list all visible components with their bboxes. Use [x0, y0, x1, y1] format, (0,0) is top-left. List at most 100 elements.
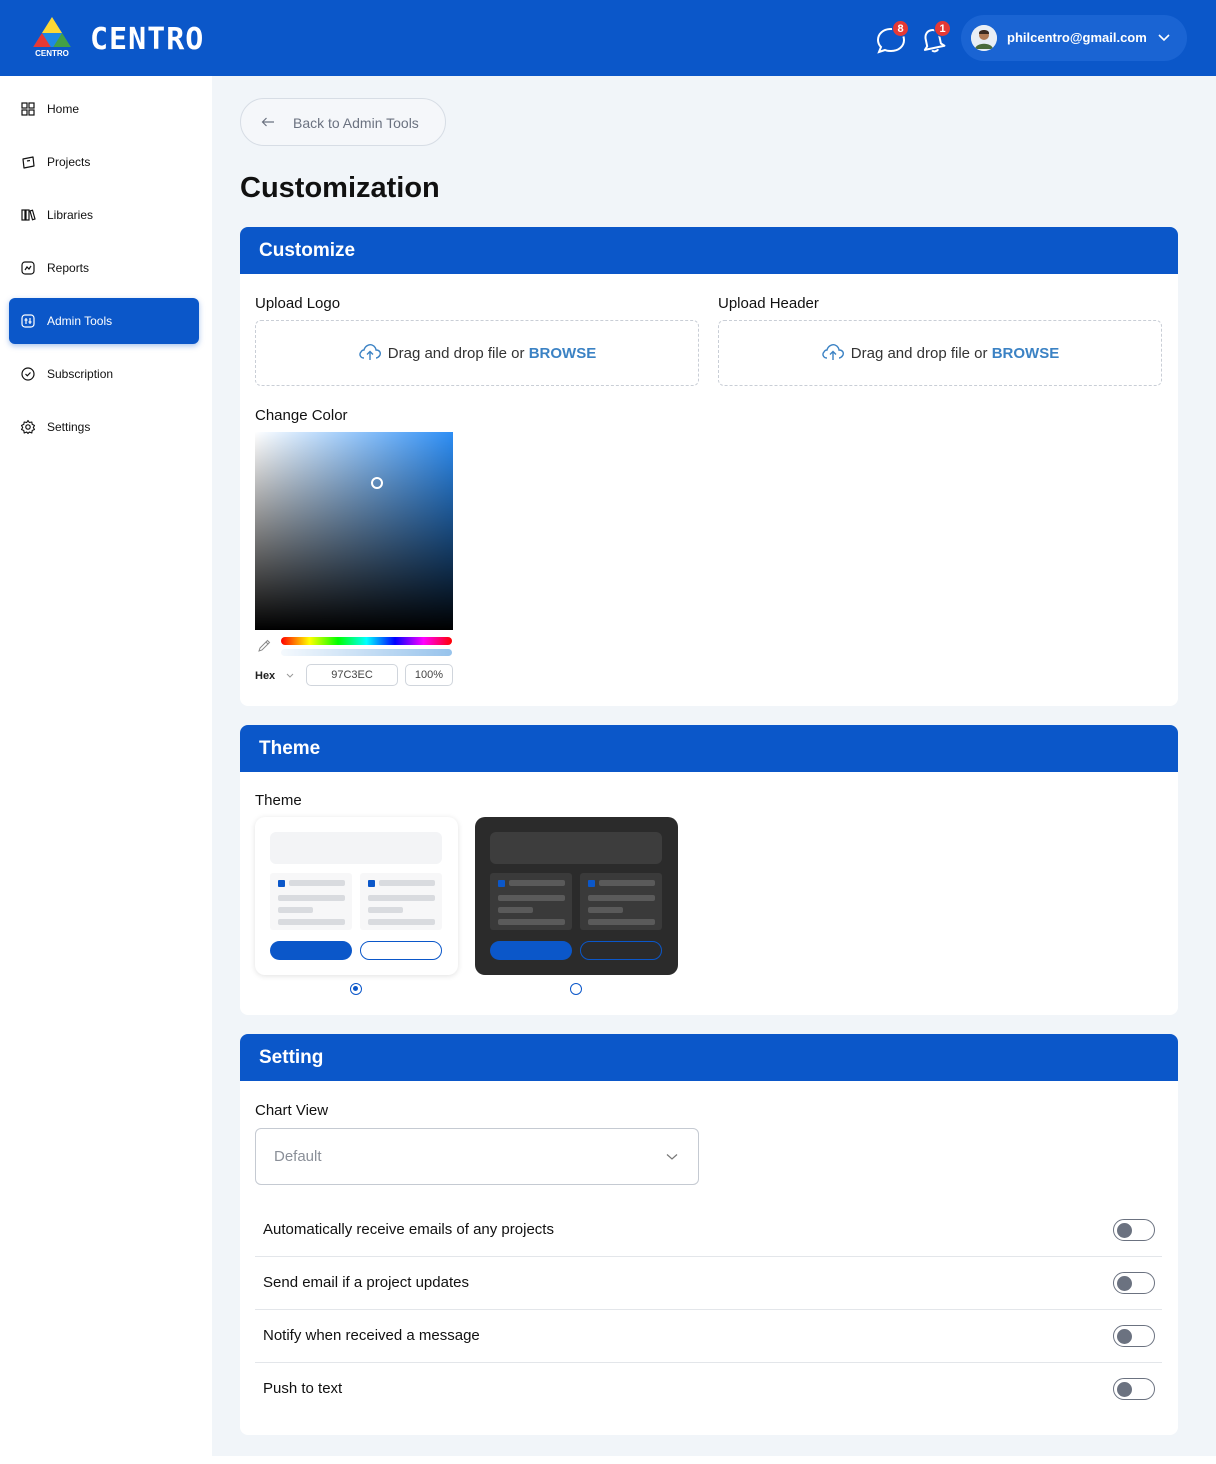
toggle-label: Push to text [263, 1380, 343, 1397]
theme-preview-panel [580, 873, 662, 930]
arrow-left-icon [261, 117, 274, 127]
color-picker-handle[interactable] [371, 477, 383, 489]
dropzone-text: Drag and drop file or [850, 345, 992, 362]
browse-link[interactable]: BROWSE [992, 345, 1060, 362]
chevron-down-icon [666, 1154, 678, 1160]
card-header: Setting [240, 1034, 1178, 1081]
gear-icon [20, 419, 36, 435]
theme-preview-panel [360, 873, 442, 930]
sidebar-item-home[interactable]: Home [9, 86, 199, 132]
sidebar-item-label: Projects [47, 155, 91, 169]
chevron-down-icon [286, 673, 294, 678]
sidebar-item-admin-tools[interactable]: Admin Tools [9, 298, 199, 344]
theme-preview-button-outline [580, 941, 662, 960]
eyedropper-icon[interactable] [257, 639, 271, 653]
card-title: Customize [259, 240, 356, 261]
theme-preview-bar [270, 832, 442, 864]
avatar [971, 25, 997, 51]
grid-icon [21, 102, 35, 116]
user-email: philcentro@gmail.com [1007, 30, 1147, 45]
notifications-badge: 1 [934, 20, 951, 37]
check-circle-icon [21, 367, 35, 381]
toggle-label: Send email if a project updates [263, 1274, 469, 1291]
main-content: Back to Admin Tools Customization Custom… [212, 76, 1216, 1456]
theme-preview-panel [490, 873, 572, 930]
logo-dropzone[interactable]: Drag and drop file or BROWSE [255, 320, 699, 386]
sidebar-item-reports[interactable]: Reports [9, 245, 199, 291]
back-button-label: Back to Admin Tools [293, 115, 419, 131]
centro-logo[interactable]: CENTRO [28, 15, 76, 59]
toggle-row-message-notify: Notify when received a message [255, 1310, 1162, 1363]
books-icon [21, 209, 36, 221]
cloud-upload-icon [359, 344, 381, 360]
auto-emails-toggle[interactable] [1113, 1219, 1155, 1241]
toggle-label: Notify when received a message [263, 1327, 480, 1344]
notifications-button[interactable]: 1 [918, 20, 951, 55]
toggle-row-project-updates: Send email if a project updates [255, 1257, 1162, 1310]
sidebar-item-projects[interactable]: Projects [9, 139, 199, 185]
sidebar-item-label: Libraries [47, 208, 94, 222]
upload-logo-label: Upload Logo [255, 295, 341, 312]
header-dropzone[interactable]: Drag and drop file or BROWSE [718, 320, 1162, 386]
dropzone-text: Drag and drop file or [387, 345, 529, 362]
theme-light-radio[interactable] [350, 983, 362, 995]
sidebar-item-settings[interactable]: Settings [9, 404, 199, 450]
saturation-picker[interactable] [255, 432, 453, 630]
sidebar-item-subscription[interactable]: Subscription [9, 351, 199, 397]
alpha-input[interactable]: 100% [405, 664, 453, 686]
upload-header-label: Upload Header [718, 295, 819, 312]
sidebar-item-label: Reports [47, 261, 90, 275]
toggle-row-push-to-text: Push to text [255, 1363, 1162, 1416]
back-button[interactable]: Back to Admin Tools [240, 98, 446, 146]
messages-badge: 8 [892, 20, 909, 37]
chart-view-value: Default [274, 1148, 322, 1165]
theme-preview-panel [270, 873, 352, 930]
theme-label: Theme [255, 792, 302, 809]
color-format-select[interactable]: Hex [255, 669, 275, 683]
admin-icon [21, 314, 35, 328]
change-color-label: Change Color [255, 407, 348, 424]
sidebar-item-label: Home [47, 102, 80, 116]
hue-slider[interactable] [281, 637, 452, 645]
theme-preview-button-outline [360, 941, 442, 960]
theme-preview-button [490, 941, 572, 960]
projects-icon [22, 156, 35, 169]
theme-card: Theme Theme [240, 725, 1178, 1015]
brand-name: CENTRO [90, 22, 205, 57]
hex-input[interactable]: 97C3EC [306, 664, 398, 686]
theme-option-dark[interactable] [475, 817, 678, 975]
browse-link[interactable]: BROWSE [529, 345, 597, 362]
card-title: Theme [259, 738, 321, 759]
theme-option-light[interactable] [255, 817, 458, 975]
card-title: Setting [259, 1047, 324, 1068]
messages-button[interactable]: 8 [876, 20, 909, 55]
avatar-image [971, 25, 997, 51]
theme-preview-bar [490, 832, 662, 864]
sidebar-item-libraries[interactable]: Libraries [9, 192, 199, 238]
alpha-slider[interactable] [281, 649, 452, 656]
report-icon [21, 261, 35, 275]
user-menu[interactable]: philcentro@gmail.com [961, 15, 1187, 61]
toggle-row-auto-emails: Automatically receive emails of any proj… [255, 1204, 1162, 1257]
theme-dark-radio[interactable] [570, 983, 582, 995]
project-updates-toggle[interactable] [1113, 1272, 1155, 1294]
sidebar-item-label: Subscription [47, 367, 114, 381]
message-notify-toggle[interactable] [1113, 1325, 1155, 1347]
chevron-down-icon [1158, 34, 1170, 42]
theme-preview-button [270, 941, 352, 960]
sidebar: Home Projects Libraries Reports Admin To… [0, 76, 212, 1464]
page-title: Customization [240, 172, 440, 204]
chart-view-label: Chart View [255, 1102, 329, 1119]
customize-card: Customize Upload Logo Upload Header Drag… [240, 227, 1178, 706]
cloud-upload-icon [822, 344, 844, 360]
sidebar-item-label: Admin Tools [47, 314, 113, 328]
logo-text: CENTRO [35, 49, 69, 58]
toggle-label: Automatically receive emails of any proj… [263, 1221, 554, 1238]
card-header: Customize [240, 227, 1178, 274]
card-header: Theme [240, 725, 1178, 772]
setting-card: Setting Chart View Default Automatically… [240, 1034, 1178, 1435]
top-navbar: CENTRO CENTRO 8 1 philcentro@gmail.com [0, 0, 1216, 76]
sidebar-item-label: Settings [47, 420, 91, 434]
push-to-text-toggle[interactable] [1113, 1378, 1155, 1400]
chart-view-select[interactable]: Default [255, 1128, 699, 1185]
